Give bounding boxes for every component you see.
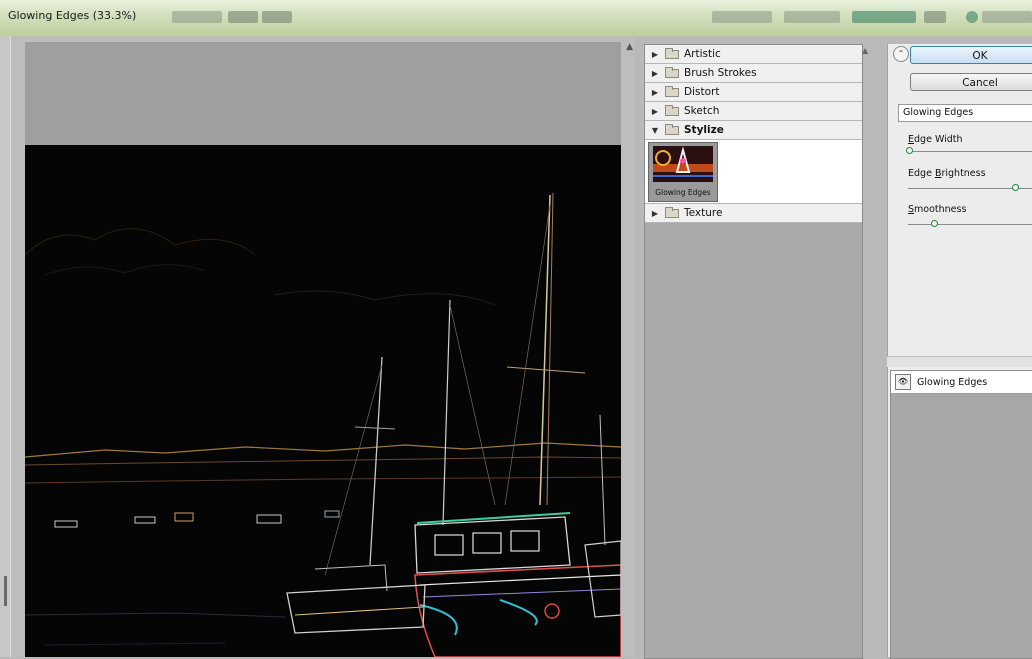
panel-separator xyxy=(887,356,1032,367)
folder-icon xyxy=(665,47,679,59)
eye-icon[interactable]: 👁 xyxy=(895,374,911,390)
preview-image xyxy=(25,145,621,657)
filter-gallery: ▶ Artistic ▶ Brush Strokes ▶ Distort ▶ S… xyxy=(644,44,863,659)
preview-frame: ▲ xyxy=(10,36,635,657)
folder-icon xyxy=(665,85,679,97)
thumbnail-graphic xyxy=(653,146,713,182)
toolbar-blur-9 xyxy=(982,11,1032,23)
toolbar-blur-3 xyxy=(262,11,292,23)
label-prefix: Edge xyxy=(908,168,935,179)
stylize-thumbnails: Glowing Edges xyxy=(645,140,862,204)
left-edge xyxy=(0,36,10,657)
expand-icon[interactable]: ▶ xyxy=(649,69,661,78)
thumbnail-label: Glowing Edges xyxy=(655,188,711,197)
collapse-icon[interactable]: ▼ xyxy=(649,126,661,135)
toolbar-blur-4 xyxy=(712,11,772,23)
ok-button[interactable]: OK xyxy=(910,46,1032,64)
category-label: Artistic xyxy=(684,48,721,60)
expand-icon[interactable]: ▶ xyxy=(649,88,661,97)
filter-select[interactable]: Glowing Edges xyxy=(898,104,1032,122)
category-label: Sketch xyxy=(684,105,720,117)
expand-icon[interactable]: ▶ xyxy=(649,50,661,59)
left-grip[interactable] xyxy=(4,576,7,606)
collapse-gallery-icon[interactable]: ⌃ xyxy=(893,46,909,62)
category-distort[interactable]: ▶ Distort xyxy=(645,83,862,102)
toolbar-blur-5 xyxy=(784,11,840,23)
effect-layers-panel: 👁 Glowing Edges xyxy=(890,370,1032,659)
category-label: Brush Strokes xyxy=(684,67,757,79)
preview-canvas[interactable] xyxy=(25,42,621,657)
category-sketch[interactable]: ▶ Sketch xyxy=(645,102,862,121)
folder-icon xyxy=(665,206,679,218)
category-label: Stylize xyxy=(684,124,724,136)
toolbar-blur-1 xyxy=(172,11,222,23)
expand-icon[interactable]: ▶ xyxy=(649,209,661,218)
label-rest: moothness xyxy=(914,204,967,215)
folder-icon xyxy=(665,123,679,135)
edge-brightness-label: Edge Brightness xyxy=(908,168,986,179)
smoothness-track[interactable] xyxy=(908,224,1032,225)
tree-scroll-up-icon[interactable]: ▲ xyxy=(862,46,868,55)
label-rest: dge Width xyxy=(914,134,963,145)
category-texture[interactable]: ▶ Texture xyxy=(645,204,862,223)
smoothness-thumb[interactable] xyxy=(931,220,938,227)
smoothness-label: Smoothness xyxy=(908,204,966,215)
title-bar: Glowing Edges (33.3%) xyxy=(0,0,1032,36)
label-rest: rightness xyxy=(941,168,986,179)
glowing-edges-image xyxy=(25,145,621,657)
toolbar-blur-8 xyxy=(966,11,978,23)
toolbar-blur-7 xyxy=(924,11,946,23)
preview-scroll-up-icon[interactable]: ▲ xyxy=(626,42,633,52)
effect-layer-row[interactable]: 👁 Glowing Edges xyxy=(891,371,1032,394)
edge-width-label: Edge Width xyxy=(908,134,963,145)
category-label: Distort xyxy=(684,86,720,98)
category-stylize[interactable]: ▼ Stylize xyxy=(645,121,862,140)
category-brush-strokes[interactable]: ▶ Brush Strokes xyxy=(645,64,862,83)
window-title: Glowing Edges (33.3%) xyxy=(8,9,137,22)
cancel-button[interactable]: Cancel xyxy=(910,73,1032,91)
thumbnail-image xyxy=(653,146,713,182)
edge-width-track[interactable] xyxy=(908,151,1032,152)
expand-icon[interactable]: ▶ xyxy=(649,107,661,116)
effect-layer-label: Glowing Edges xyxy=(917,376,988,388)
toolbar-blur-2 xyxy=(228,11,258,23)
edge-width-thumb[interactable] xyxy=(906,147,913,154)
toolbar-blur-6 xyxy=(852,11,916,23)
category-artistic[interactable]: ▶ Artistic xyxy=(645,45,862,64)
folder-icon xyxy=(665,104,679,116)
folder-icon xyxy=(665,66,679,78)
edge-brightness-thumb[interactable] xyxy=(1012,184,1019,191)
category-label: Texture xyxy=(684,207,723,219)
thumbnail-glowing-edges[interactable]: Glowing Edges xyxy=(648,142,718,202)
